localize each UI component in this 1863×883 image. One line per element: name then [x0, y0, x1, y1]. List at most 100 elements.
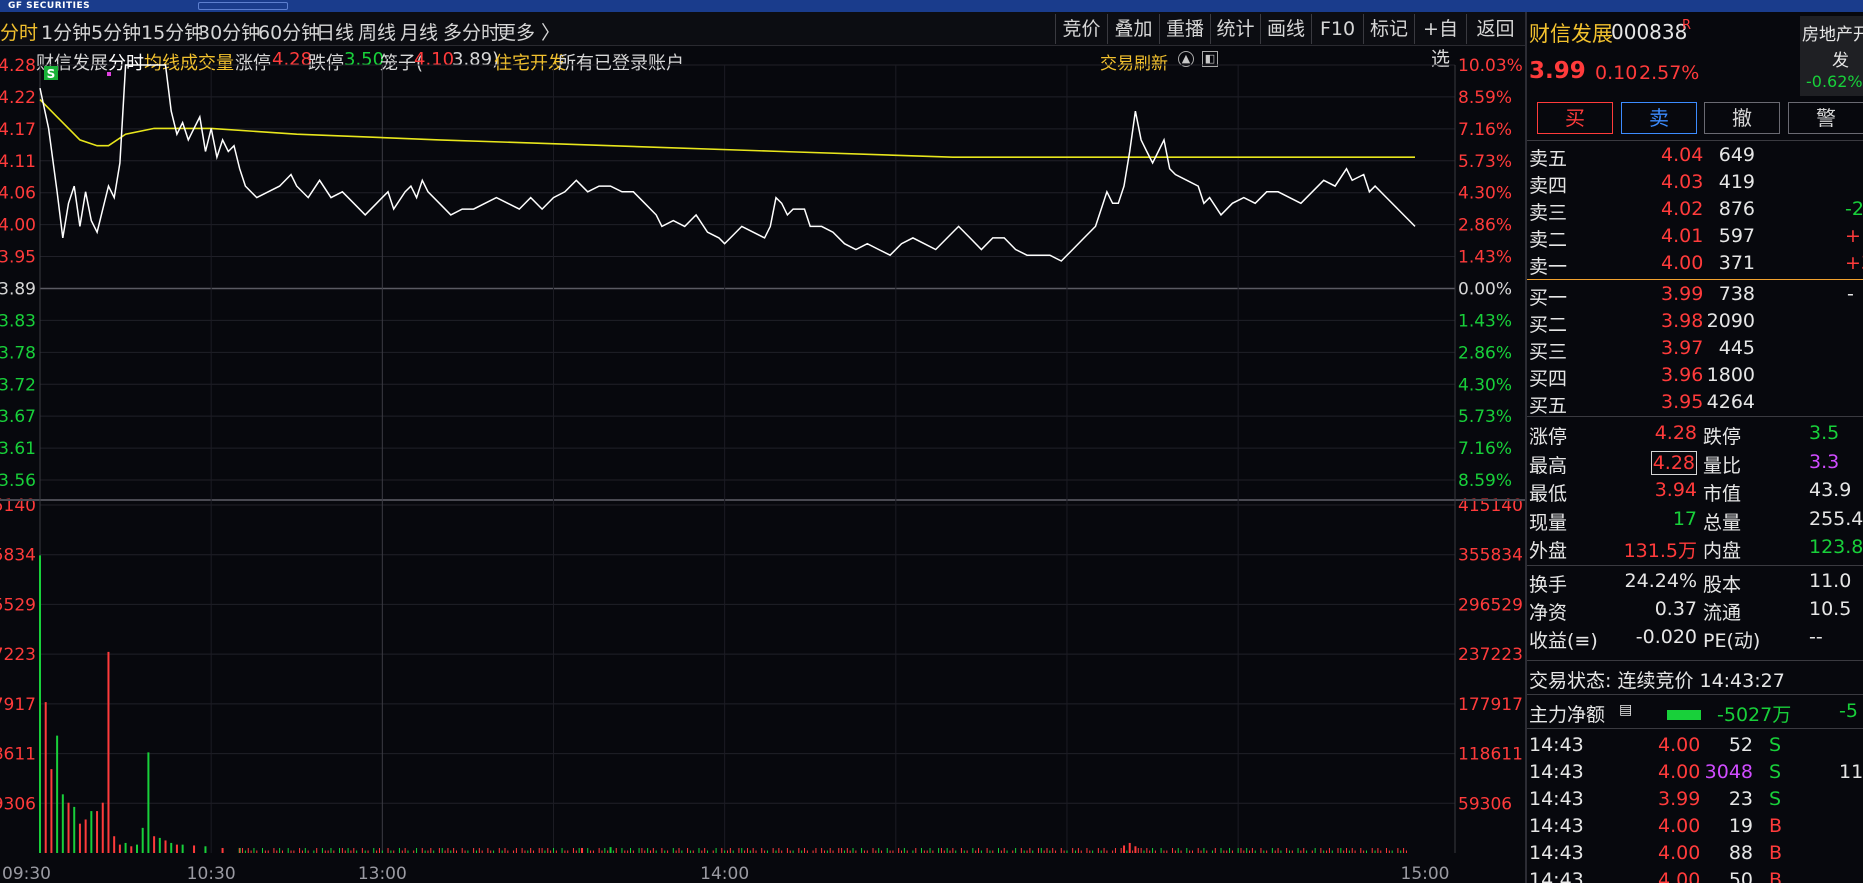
stat-value: 3.94: [1654, 479, 1697, 501]
bid-volume: 738: [1718, 283, 1755, 305]
ask-price: 4.00: [1661, 252, 1704, 274]
stat-label: 最高: [1529, 454, 1568, 477]
bid-price: 3.96: [1661, 364, 1704, 386]
toolbar-button-7[interactable]: +自选: [1414, 14, 1466, 70]
toolbar-button-1[interactable]: 叠加: [1107, 14, 1159, 44]
tick-price: 4.00: [1658, 842, 1701, 864]
bid-level-label: 买一: [1529, 287, 1568, 309]
period-tab-4[interactable]: 30分钟: [198, 18, 260, 45]
title-search-box[interactable]: [198, 2, 288, 10]
time-tick-label: 10:30: [187, 864, 236, 883]
toolbar-button-4[interactable]: 画线: [1260, 14, 1311, 44]
toolbar-button-6[interactable]: 标记: [1363, 14, 1414, 44]
stat-value-2: 3.5: [1809, 422, 1840, 444]
main-flow-pct: -5: [1839, 700, 1858, 722]
divider: [1527, 728, 1863, 729]
intraday-chart[interactable]: 4.28 10.03% 4.22 8.59% 4.17 7.16% 4.11 5.73% 4.0…: [0, 47, 1525, 883]
pct-tick-label: 10.03%: [1458, 56, 1523, 76]
stat2-label: 收益(≡): [1529, 630, 1598, 652]
price-tick-label: 3.56: [0, 471, 36, 491]
stat2-label-2: 股本: [1703, 574, 1742, 596]
toolbar-button-8[interactable]: 返回: [1466, 14, 1524, 44]
cancel-button[interactable]: 撤: [1704, 102, 1780, 134]
period-tab-5[interactable]: 60分钟: [258, 18, 320, 45]
stat-value: 4.28: [1654, 422, 1697, 444]
period-tab-3[interactable]: 15分钟: [141, 18, 203, 45]
toolbar-button-5[interactable]: F10: [1311, 14, 1363, 44]
ask-volume: 649: [1718, 144, 1755, 166]
tick-side: S: [1769, 761, 1782, 783]
period-tab-10[interactable]: 更多 〉: [497, 18, 560, 45]
quote-panel: 财信发展000838R 3.99 0.102.57% 房地产开发-0.62% 买卖撤警卖…: [1525, 12, 1863, 883]
quote-change: 0.10: [1595, 62, 1638, 84]
volume-tick-label-right: 177917: [1458, 695, 1523, 715]
period-tab-1[interactable]: 1分钟: [41, 18, 91, 45]
ask-change: -2: [1845, 198, 1863, 220]
event-dot-icon: [107, 72, 111, 76]
toolbar-button-0[interactable]: 竞价: [1055, 14, 1107, 44]
price-tick-label: 3.61: [0, 439, 36, 459]
tick-price: 4.00: [1658, 761, 1701, 783]
stat2-value: -0.020: [1635, 626, 1697, 648]
stat2-value: 0.37: [1654, 598, 1697, 620]
volume-tick-label-right: 118611: [1458, 745, 1523, 765]
price-tick-label: 4.28: [0, 56, 36, 76]
volume-tick-label: 5529: [0, 595, 36, 615]
period-tab-7[interactable]: 周线: [358, 18, 396, 45]
period-tab-9[interactable]: 多分时: [443, 18, 500, 45]
sell-marker-label: S: [47, 67, 56, 81]
period-tab-2[interactable]: 5分钟: [91, 18, 141, 45]
ask-price: 4.04: [1661, 144, 1704, 166]
divider: [1527, 660, 1863, 661]
tick-volume: 23: [1728, 788, 1753, 810]
tick-side: B: [1769, 815, 1783, 837]
volume-tick-label-right: 296529: [1458, 595, 1523, 615]
stat-label: 最低: [1529, 483, 1568, 505]
stat-value-2: 3.3: [1809, 450, 1840, 473]
main-flow-label: 主力净额: [1529, 704, 1606, 726]
stat-label: 涨停: [1529, 426, 1568, 448]
period-tab-0[interactable]: 分时: [0, 18, 38, 45]
period-tab-8[interactable]: 月线: [400, 18, 438, 45]
stat-value-2: 255.4: [1809, 507, 1863, 530]
tick-side: S: [1769, 734, 1782, 756]
stat-label-2: 总量: [1703, 511, 1742, 534]
tick-price: 4.00: [1658, 815, 1701, 837]
bid-price: 3.95: [1661, 391, 1704, 413]
price-tick-label: 4.06: [0, 184, 36, 204]
divider: [1527, 565, 1863, 566]
ask-level-label: 卖二: [1529, 229, 1568, 251]
ask-volume: 371: [1718, 252, 1755, 274]
stat-value: 131.5万: [1623, 540, 1697, 562]
period-tab-6[interactable]: 日线: [316, 18, 354, 45]
pct-tick-label: 2.86%: [1458, 216, 1512, 236]
sell-button[interactable]: 卖: [1621, 102, 1697, 134]
volume-tick-label: 7223: [0, 645, 36, 665]
stat2-label: 换手: [1529, 574, 1568, 596]
ask-price: 4.03: [1661, 171, 1704, 193]
ask-change: +3: [1845, 252, 1863, 274]
price-tick-label: 3.78: [0, 343, 36, 363]
ask-volume: 419: [1718, 171, 1755, 193]
trading-window: GF SECURITIES 分时 1分钟 5分钟 15分钟 30分钟 60分钟 日线 周线 月线…: [0, 0, 1863, 883]
bid-volume: 4264: [1706, 391, 1755, 413]
time-tick-label: 14:00: [700, 864, 749, 883]
stat-label-2: 跌停: [1703, 426, 1742, 448]
buy-button[interactable]: 买: [1537, 102, 1613, 134]
price-tick-label: 4.22: [0, 88, 36, 108]
main-flow-value: -5027万: [1717, 704, 1792, 726]
volume-tick-label-right: 355834: [1458, 546, 1523, 566]
tick-time: 14:43: [1529, 815, 1584, 837]
toolbar-button-2[interactable]: 重播: [1159, 14, 1210, 44]
quote-change-pct: 2.57%: [1639, 62, 1700, 84]
brand-logo: GF SECURITIES: [8, 1, 91, 11]
alert-button[interactable]: 警: [1788, 102, 1863, 134]
bid-change: -: [1847, 283, 1854, 305]
tick-volume: 88: [1728, 842, 1753, 864]
tick-time: 14:43: [1529, 761, 1584, 783]
stat-label-2: 内盘: [1703, 540, 1742, 562]
price-tick-label: 4.17: [0, 120, 36, 140]
stat-value: 17: [1672, 507, 1697, 530]
toolbar-button-3[interactable]: 统计: [1210, 14, 1260, 44]
pct-tick-label: 0.00%: [1458, 279, 1512, 299]
